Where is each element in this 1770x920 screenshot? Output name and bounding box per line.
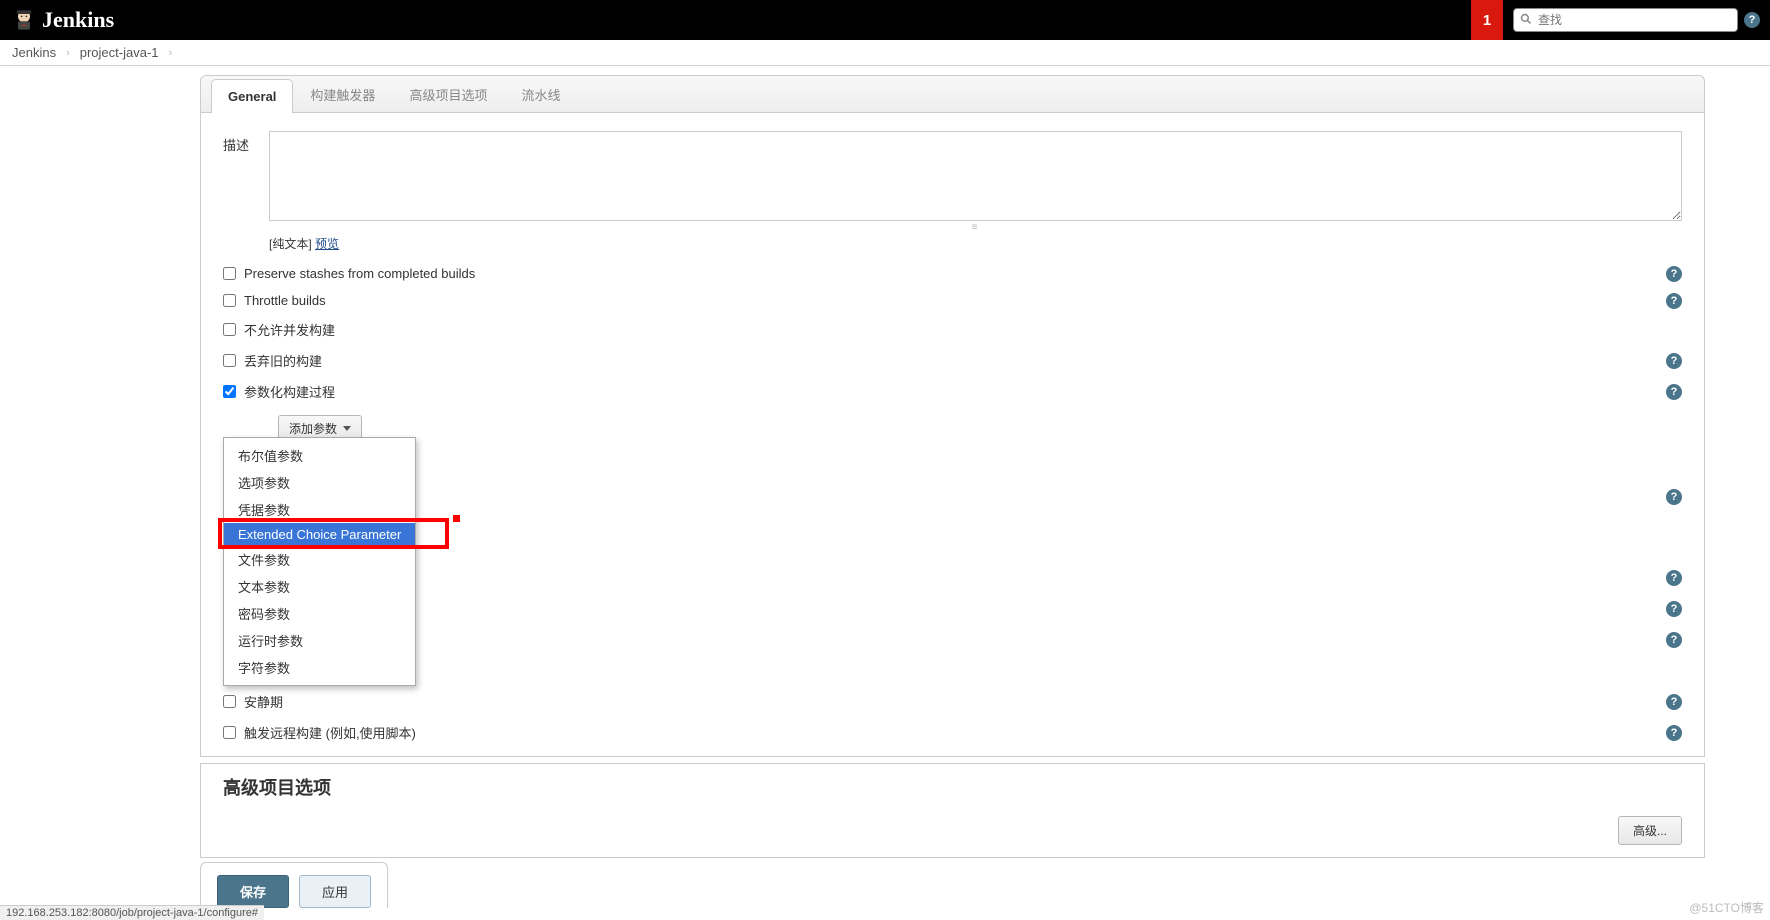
search-icon [1520, 13, 1532, 28]
help-icon[interactable]: ? [1666, 266, 1682, 282]
tab-general[interactable]: General [211, 79, 293, 113]
description-label: 描述 [223, 131, 269, 154]
cb-remote-trigger-label: 触发远程构建 (例如,使用脚本) [244, 723, 416, 742]
browser-status-bar: 192.168.253.182:8080/job/project-java-1/… [0, 905, 264, 920]
section-build-triggers-title: 构建触 [223, 530, 1682, 556]
search-box[interactable] [1513, 8, 1738, 32]
cb-preserve-stashes-label: Preserve stashes from completed builds [244, 266, 475, 281]
header-help-icon[interactable]: ? [1744, 12, 1760, 28]
help-icon[interactable]: ? [1666, 632, 1682, 648]
section-advanced-title: 高级项目选项 [223, 774, 1682, 800]
cb-remote-trigger[interactable] [223, 726, 236, 739]
tab-advanced-options[interactable]: 高级项目选项 [392, 75, 504, 113]
search-input[interactable] [1536, 12, 1731, 28]
cb-parameterized[interactable] [223, 385, 236, 398]
caret-down-icon [343, 426, 351, 431]
cb-preserve-stashes[interactable] [223, 267, 236, 280]
cb-quiet-period-label: 安静期 [244, 692, 283, 711]
parameter-type-menu: 布尔值参数选项参数凭据参数Extended Choice Parameter文件… [223, 437, 416, 686]
preview-link[interactable]: 预览 [315, 237, 339, 251]
description-textarea[interactable] [269, 131, 1682, 221]
tab-build-triggers[interactable]: 构建触发器 [293, 75, 392, 113]
jenkins-logo[interactable]: Jenkins [0, 7, 114, 33]
advanced-button[interactable]: 高级... [1618, 816, 1682, 845]
section-advanced: 高级项目选项 高级... [200, 763, 1705, 858]
annotation-red-handle [453, 515, 460, 522]
param-menu-item[interactable]: 凭据参数 [224, 496, 415, 523]
help-icon[interactable]: ? [1666, 694, 1682, 710]
config-tab-bar: General 构建触发器 高级项目选项 流水线 [200, 75, 1705, 113]
bottom-button-bar: 保存 应用 [200, 862, 388, 908]
description-hint: [纯文本] 预览 [269, 235, 1682, 252]
help-icon[interactable]: ? [1666, 353, 1682, 369]
param-menu-item[interactable]: 文件参数 [224, 546, 415, 573]
cb-quiet-period[interactable] [223, 695, 236, 708]
breadcrumb-project[interactable]: project-java-1 [80, 45, 159, 60]
cb-no-concurrent[interactable] [223, 323, 236, 336]
help-icon[interactable]: ? [1666, 570, 1682, 586]
breadcrumb: Jenkins › project-java-1 › [0, 40, 1770, 66]
cb-throttle-builds[interactable] [223, 294, 236, 307]
save-button[interactable]: 保存 [217, 875, 289, 908]
help-icon[interactable]: ? [1666, 601, 1682, 617]
textarea-resize-grip-icon[interactable]: ≡ [269, 222, 1682, 233]
chevron-right-icon: › [66, 47, 70, 59]
help-icon[interactable]: ? [1666, 489, 1682, 505]
help-icon[interactable]: ? [1666, 725, 1682, 741]
cb-discard-old-label: 丢弃旧的构建 [244, 351, 322, 370]
add-parameter-label: 添加参数 [289, 420, 337, 437]
param-menu-item[interactable]: 字符参数 [224, 654, 415, 681]
param-menu-item[interactable]: Extended Choice Parameter [224, 523, 415, 546]
cb-throttle-builds-label: Throttle builds [244, 293, 326, 308]
apply-button[interactable]: 应用 [299, 875, 371, 908]
param-menu-item[interactable]: 文本参数 [224, 573, 415, 600]
chevron-right-icon: › [169, 47, 173, 59]
help-icon[interactable]: ? [1666, 293, 1682, 309]
cb-no-concurrent-label: 不允许并发构建 [244, 320, 335, 339]
section-general: 描述 ≡ [纯文本] 预览 Preserve stashes from comp… [200, 113, 1705, 757]
param-menu-item[interactable]: 密码参数 [224, 600, 415, 627]
notification-badge[interactable]: 1 [1471, 0, 1503, 40]
watermark: @51CTO博客 [1689, 899, 1764, 916]
breadcrumb-jenkins[interactable]: Jenkins [12, 45, 56, 60]
cb-discard-old[interactable] [223, 354, 236, 367]
param-menu-item[interactable]: 布尔值参数 [224, 442, 415, 469]
param-menu-item[interactable]: 选项参数 [224, 469, 415, 496]
cb-parameterized-label: 参数化构建过程 [244, 382, 335, 401]
help-icon[interactable]: ? [1666, 384, 1682, 400]
param-menu-item[interactable]: 运行时参数 [224, 627, 415, 654]
brand-text: Jenkins [42, 7, 114, 33]
tab-pipeline[interactable]: 流水线 [504, 75, 577, 113]
plaintext-hint: [纯文本] [269, 237, 315, 251]
jenkins-head-icon [12, 8, 36, 32]
